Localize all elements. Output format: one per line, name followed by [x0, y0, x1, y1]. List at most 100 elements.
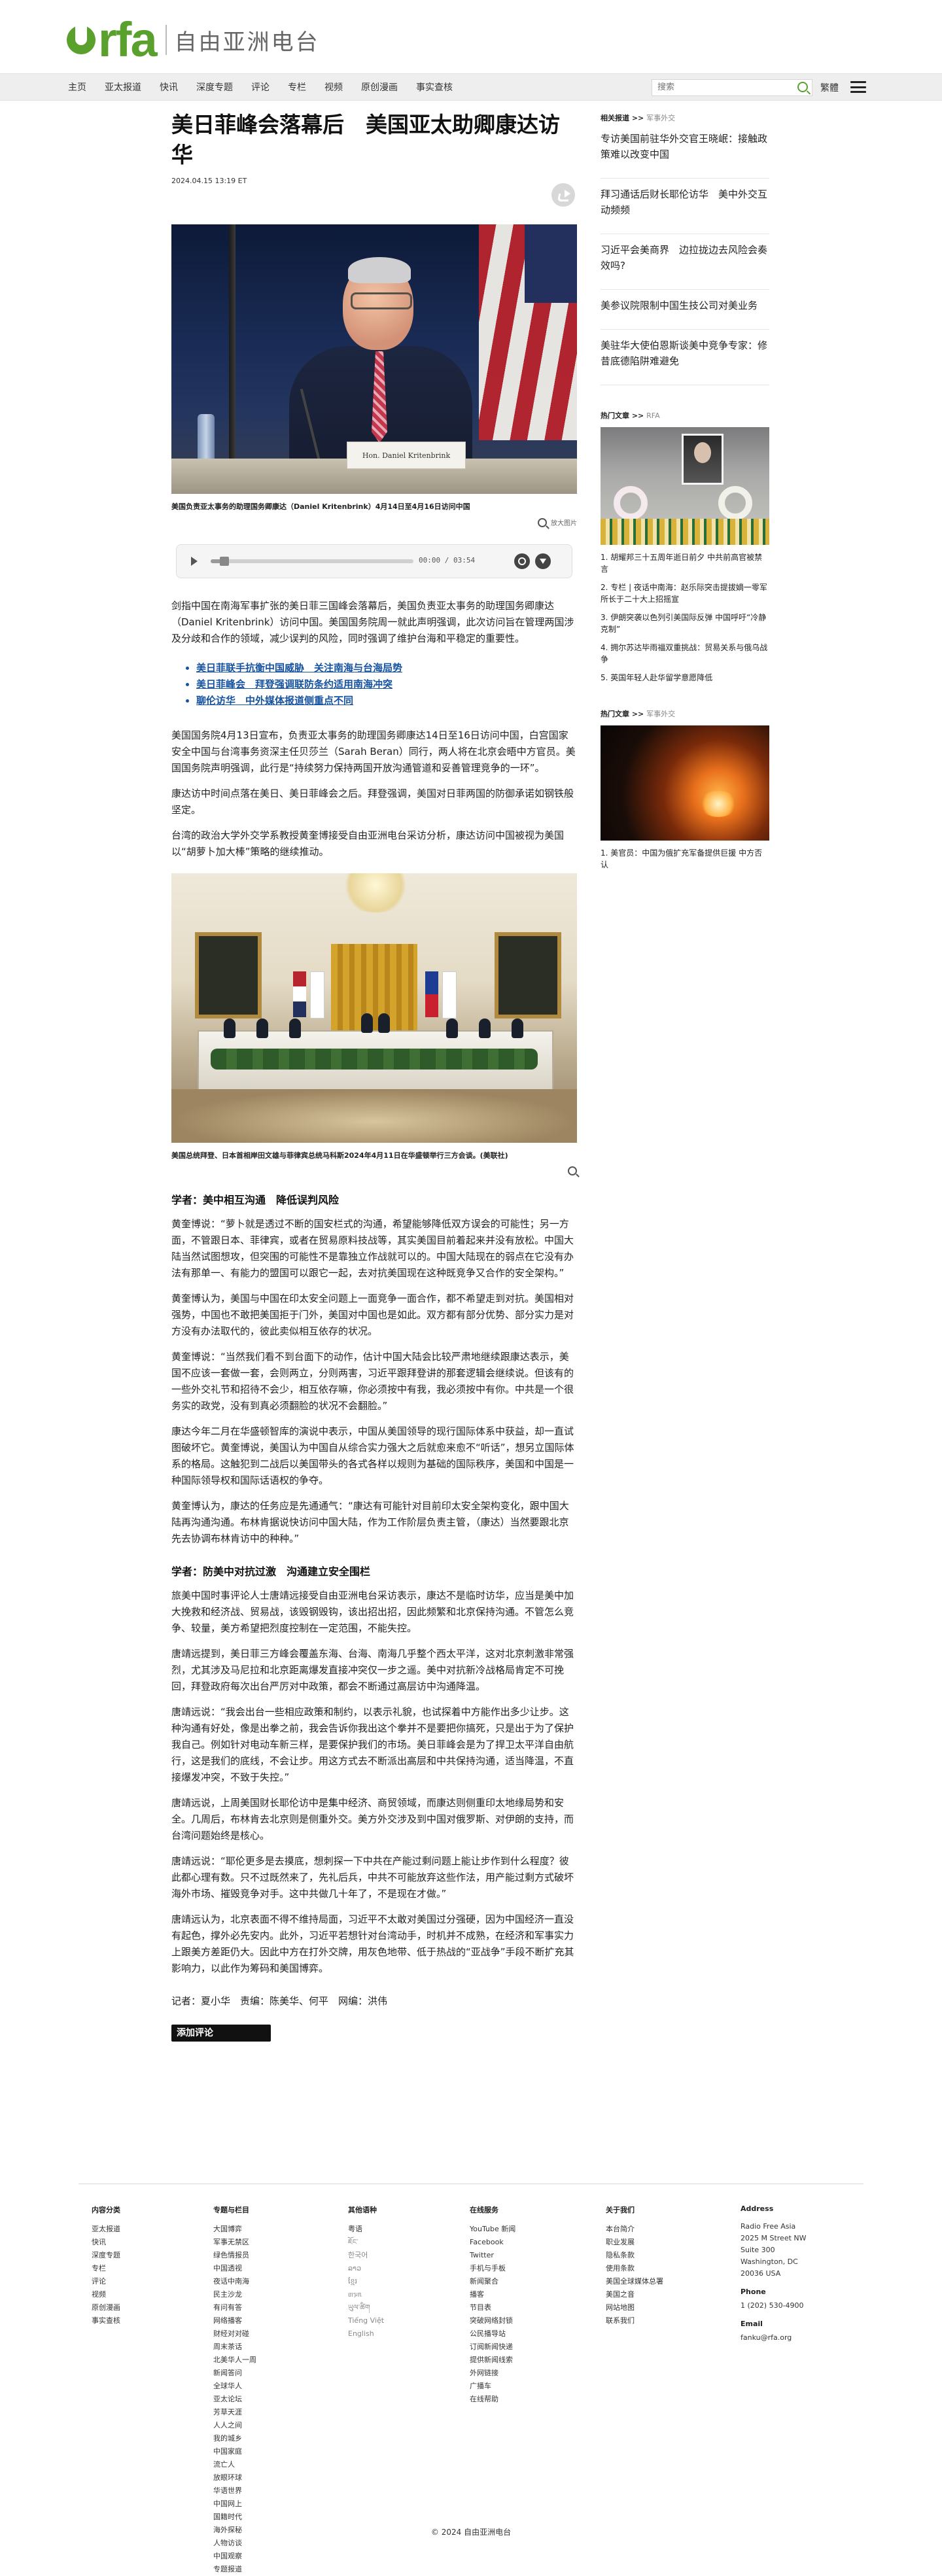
nav-item-video[interactable]: 视频 — [324, 80, 343, 94]
section-category[interactable]: 军事外交 — [646, 114, 675, 122]
footer-link[interactable]: 手机与手板 — [470, 2262, 515, 2275]
footer-link[interactable]: 人物访谈 — [213, 2537, 256, 2550]
footer-link[interactable]: 中国网上 — [213, 2498, 256, 2511]
summit-photo[interactable] — [171, 873, 577, 1143]
hamburger-menu-icon[interactable] — [850, 81, 866, 93]
search-input[interactable] — [652, 80, 794, 95]
footer-link[interactable]: 한국어 — [348, 2249, 384, 2262]
footer-link[interactable]: 放眼环球 — [213, 2471, 256, 2484]
footer-link[interactable]: 事实查核 — [92, 2314, 120, 2327]
share-icon[interactable] — [551, 183, 575, 207]
nav-item-asia-pacific[interactable]: 亚太报道 — [105, 80, 141, 94]
phone-number[interactable]: 1 (202) 530-4900 — [741, 2300, 807, 2312]
sidebar-story[interactable]: 美驻华大使伯恩斯谈美中竞争专家：修昔底德陷阱难避免 — [601, 330, 769, 385]
traditional-chinese-link[interactable]: 繁體 — [820, 81, 839, 94]
section-category[interactable]: 军事外交 — [646, 710, 675, 718]
footer-link[interactable]: ཡུལ་ཚིག — [348, 2301, 384, 2314]
footer-link[interactable]: Twitter — [470, 2249, 515, 2262]
footer-link[interactable]: 提供新闻线索 — [470, 2354, 515, 2367]
playback-speed-icon[interactable] — [514, 553, 530, 569]
footer-link[interactable]: 美国之音 — [606, 2288, 663, 2301]
sidebar-story[interactable]: 拜习通话后财长耶伦访华 美中外交互动频频 — [601, 179, 769, 234]
nav-item-fact-check[interactable]: 事实查核 — [416, 80, 453, 94]
trending-item[interactable]: 4. 拥尔苏达毕雨福双重挑战：贸易关系与俄乌战争 — [601, 642, 769, 665]
footer-link[interactable]: 我的城乡 — [213, 2432, 256, 2445]
nav-item-columns[interactable]: 专栏 — [288, 80, 306, 94]
footer-link[interactable]: 华语世界 — [213, 2484, 256, 2498]
nav-item-in-depth[interactable]: 深度专题 — [196, 80, 233, 94]
zoom-photo-link-2[interactable] — [171, 1166, 577, 1175]
footer-link[interactable]: 新闻聚合 — [470, 2275, 515, 2288]
footer-link[interactable]: ཇོང་ — [348, 2236, 384, 2249]
trending-item[interactable]: 5. 英国年轻人赴华留学意愿降低 — [601, 672, 769, 684]
footer-link[interactable]: ᥖᥭᥰ — [348, 2288, 384, 2301]
footer-link[interactable]: 全球华人 — [213, 2380, 256, 2393]
footer-link[interactable]: 夜话中南海 — [213, 2275, 256, 2288]
footer-link[interactable]: Tiếng Việt — [348, 2314, 384, 2327]
email-address[interactable]: fanku@rfa.org — [741, 2332, 807, 2344]
search-icon[interactable] — [797, 82, 808, 92]
footer-link[interactable]: 亚太论坛 — [213, 2393, 256, 2406]
lead-photo[interactable]: Hon. Daniel Kritenbrink — [171, 224, 577, 494]
rfa-logo[interactable]: rfa 自由亚洲电台 — [67, 16, 320, 64]
footer-link[interactable]: 深度专题 — [92, 2249, 120, 2262]
download-icon[interactable] — [535, 553, 551, 569]
related-link[interactable]: 美日菲峰会 拜登强调联防条约适用南海冲突 — [196, 676, 577, 693]
footer-link[interactable]: 粤语 — [348, 2223, 384, 2236]
footer-link[interactable]: 专栏 — [92, 2262, 120, 2275]
footer-link[interactable]: 在线帮助 — [470, 2393, 515, 2406]
footer-link[interactable]: 新闻答问 — [213, 2367, 256, 2380]
sidebar-story[interactable]: 习近平会美商界 边拉拢边去风险会奏效吗? — [601, 234, 769, 290]
footer-link[interactable]: 财经对对碰 — [213, 2327, 256, 2341]
footer-link[interactable]: 播客 — [470, 2288, 515, 2301]
footer-link[interactable]: YouTube 新闻 — [470, 2223, 515, 2236]
footer-link[interactable]: 外网链接 — [470, 2367, 515, 2380]
footer-link[interactable]: 大国博弈 — [213, 2223, 256, 2236]
footer-link[interactable]: 隐私条款 — [606, 2249, 663, 2262]
footer-link[interactable]: 美国全球媒体总署 — [606, 2275, 663, 2288]
footer-link[interactable]: 职业发展 — [606, 2236, 663, 2249]
footer-link[interactable]: 联系我们 — [606, 2314, 663, 2327]
footer-link[interactable]: 军事无禁区 — [213, 2236, 256, 2249]
footer-link[interactable]: 亚太报道 — [92, 2223, 120, 2236]
footer-link[interactable]: 使用条款 — [606, 2262, 663, 2275]
footer-link[interactable]: 中国观察 — [213, 2550, 256, 2563]
nav-item-home[interactable]: 主页 — [68, 80, 86, 94]
nav-item-commentary[interactable]: 评论 — [251, 80, 270, 94]
footer-link[interactable]: 人人之间 — [213, 2419, 256, 2432]
trending-item[interactable]: 3. 伊朗突袭以色列引美国际反弹 中国呼吁“冷静克制” — [601, 612, 769, 635]
footer-link[interactable]: 中国家庭 — [213, 2445, 256, 2458]
trending-item[interactable]: 2. 专栏 | 夜话中南海：赵乐际突击提拔嫡一零军所长于二十大上招摇宣 — [601, 582, 769, 605]
play-icon[interactable] — [191, 557, 198, 566]
footer-link[interactable]: 芳草天涯 — [213, 2406, 256, 2419]
footer-link[interactable]: 民主沙龙 — [213, 2288, 256, 2301]
footer-link[interactable]: 流亡人 — [213, 2458, 256, 2471]
footer-link[interactable]: ລາວ — [348, 2262, 384, 2275]
related-link[interactable]: 美日菲联手抗衡中国威胁 关注南海与台海局势 — [196, 660, 577, 676]
footer-link[interactable]: Facebook — [470, 2236, 515, 2249]
footer-link[interactable]: 视频 — [92, 2288, 120, 2301]
footer-link[interactable]: 北美华人一周 — [213, 2354, 256, 2367]
footer-link[interactable]: 网络播客 — [213, 2314, 256, 2327]
sidebar-story[interactable]: 专访美国前驻华外交官王晓岷：接触政策难以改变中国 — [601, 123, 769, 179]
footer-link[interactable]: English — [348, 2327, 384, 2341]
footer-link[interactable]: 订阅新闻快递 — [470, 2341, 515, 2354]
footer-link[interactable]: 节目表 — [470, 2301, 515, 2314]
footer-link[interactable]: ខ្មែរ — [348, 2275, 384, 2288]
zoom-photo-link[interactable]: 放大图片 — [171, 517, 577, 527]
footer-link[interactable]: 评论 — [92, 2275, 120, 2288]
footer-link[interactable]: 快讯 — [92, 2236, 120, 2249]
footer-link[interactable]: 绿色情报员 — [213, 2249, 256, 2262]
audio-progress-knob[interactable] — [219, 557, 229, 566]
add-comment-button[interactable]: 添加评论 — [171, 2025, 271, 2042]
sidebar-story[interactable]: 美参议院限制中国生技公司对美业务 — [601, 290, 769, 330]
audio-progress-track[interactable] — [211, 557, 413, 566]
nav-item-cartoons[interactable]: 原创漫画 — [361, 80, 398, 94]
footer-link[interactable]: 原创漫画 — [92, 2301, 120, 2314]
footer-link[interactable]: 中国透视 — [213, 2262, 256, 2275]
trending-item[interactable]: 1. 胡耀邦三十五周年逝日前夕 中共前高官被禁言 — [601, 551, 769, 575]
trending-thumbnail[interactable] — [601, 725, 769, 841]
footer-link[interactable]: 国籍时代 — [213, 2511, 256, 2524]
nav-item-news-flash[interactable]: 快讯 — [160, 80, 178, 94]
section-category[interactable]: RFA — [646, 411, 660, 420]
